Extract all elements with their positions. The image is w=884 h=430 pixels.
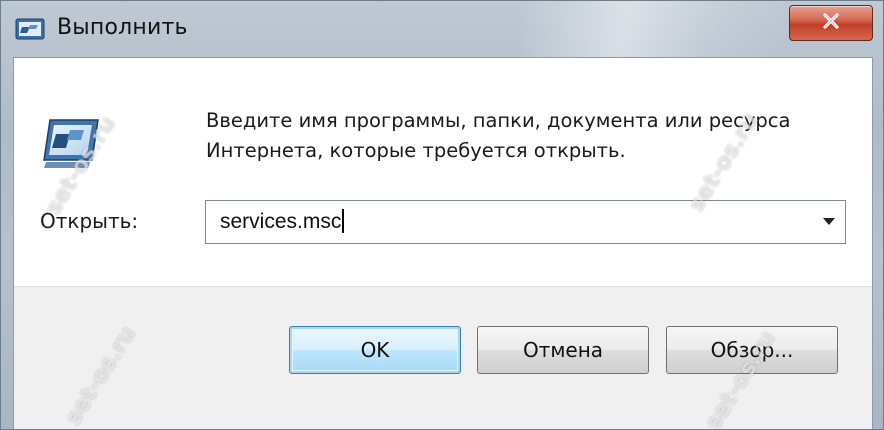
- open-input[interactable]: services.msc: [220, 209, 344, 234]
- instruction-line-1: Введите имя программы, папки, документа …: [206, 109, 791, 132]
- window-title: Выполнить: [57, 15, 188, 40]
- close-icon: [821, 11, 841, 35]
- text-caret: [342, 209, 344, 233]
- cancel-button-label: Отмена: [522, 338, 604, 362]
- ok-button-label: OK: [360, 338, 390, 362]
- run-icon: [15, 17, 45, 41]
- open-input-value: services.msc: [220, 210, 342, 233]
- run-dialog: Выполнить Введите имя программы, папки, …: [0, 0, 884, 430]
- close-button[interactable]: [789, 5, 873, 41]
- title-bar[interactable]: Выполнить: [1, 1, 883, 57]
- instruction-line-2: Интернета, которые требуется открыть.: [206, 139, 626, 162]
- browse-button-label: Обзор...: [710, 338, 794, 362]
- browse-button[interactable]: Обзор...: [666, 326, 838, 374]
- chevron-down-icon[interactable]: [819, 212, 839, 232]
- run-program-icon: [40, 116, 102, 172]
- open-combobox[interactable]: services.msc: [205, 200, 846, 244]
- content-area: Введите имя программы, папки, документа …: [14, 58, 872, 286]
- dialog-body: Введите имя программы, папки, документа …: [13, 57, 873, 429]
- instruction-text: Введите имя программы, папки, документа …: [206, 106, 846, 166]
- cancel-button[interactable]: Отмена: [477, 326, 649, 374]
- open-label: Открыть:: [40, 209, 139, 233]
- ok-button[interactable]: OK: [289, 326, 461, 374]
